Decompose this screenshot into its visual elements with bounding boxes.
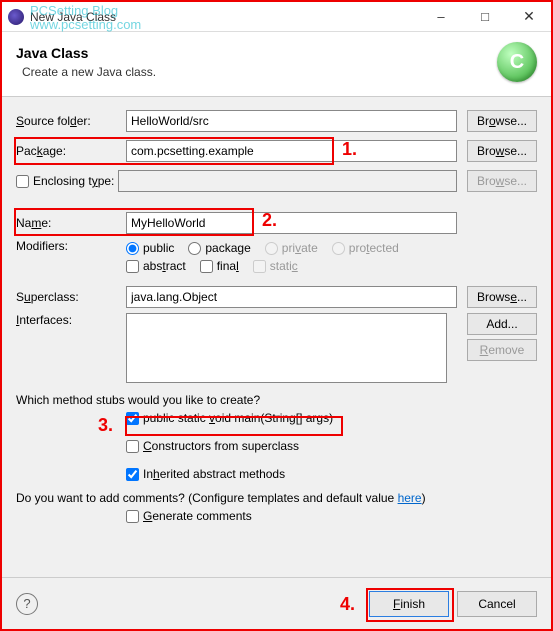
close-button[interactable]: ✕	[507, 2, 551, 32]
cancel-button[interactable]: Cancel	[457, 591, 537, 617]
banner-title: Java Class	[16, 45, 497, 61]
banner-subtitle: Create a new Java class.	[22, 65, 497, 79]
modifier-private-radio: private	[265, 241, 318, 255]
stub-constructors-checkbox[interactable]: Constructors from superclass	[126, 439, 537, 453]
help-button[interactable]: ?	[16, 593, 38, 615]
label-name: Name:	[16, 216, 126, 230]
comments-question: Do you want to add comments? (Configure …	[16, 491, 537, 505]
maximize-button[interactable]: □	[463, 2, 507, 32]
generate-comments-checkbox[interactable]: Generate comments	[126, 509, 537, 523]
browse-superclass-button[interactable]: Browse...	[467, 286, 537, 308]
minimize-button[interactable]: –	[419, 2, 463, 32]
label-package: Package:	[16, 144, 126, 158]
modifier-package-radio[interactable]: package	[188, 241, 250, 255]
configure-templates-link[interactable]: here	[398, 491, 422, 505]
stubs-question: Which method stubs would you like to cre…	[16, 393, 537, 407]
footer: ? Finish Cancel	[2, 577, 551, 629]
window-title: New Java Class	[30, 10, 419, 24]
superclass-input[interactable]	[126, 286, 457, 308]
remove-interface-button: Remove	[467, 339, 537, 361]
stub-main-checkbox[interactable]: public static void main(String[] args)	[126, 411, 537, 425]
label-superclass: Superclass:	[16, 290, 126, 304]
label-source-folder: Source folder:	[16, 114, 126, 128]
label-enclosing-type: Enclosing type:	[16, 174, 114, 188]
add-interface-button[interactable]: Add...	[467, 313, 537, 335]
interfaces-list[interactable]	[126, 313, 447, 383]
browse-source-folder-button[interactable]: Browse...	[467, 110, 537, 132]
browse-enclosing-button: Browse...	[467, 170, 537, 192]
titlebar: New Java Class – □ ✕	[2, 2, 551, 32]
label-interfaces: Interfaces:	[16, 313, 126, 327]
modifier-static-checkbox: static	[253, 259, 298, 273]
modifier-final-checkbox[interactable]: final	[200, 259, 239, 273]
dialog-window: New Java Class – □ ✕ PCSetting Blog www.…	[0, 0, 553, 631]
form-body: Source folder: Browse... Package: Browse…	[2, 97, 551, 527]
label-modifiers: Modifiers:	[16, 239, 126, 253]
class-icon: C	[497, 42, 537, 82]
browse-package-button[interactable]: Browse...	[467, 140, 537, 162]
enclosing-type-checkbox[interactable]	[16, 175, 29, 188]
finish-button[interactable]: Finish	[369, 591, 449, 617]
modifier-protected-radio: protected	[332, 241, 399, 255]
enclosing-type-input	[118, 170, 457, 192]
name-input[interactable]	[126, 212, 457, 234]
banner: Java Class Create a new Java class. C	[2, 32, 551, 97]
modifier-abstract-checkbox[interactable]: abstract	[126, 259, 186, 273]
source-folder-input[interactable]	[126, 110, 457, 132]
package-input[interactable]	[126, 140, 457, 162]
modifier-public-radio[interactable]: public	[126, 241, 174, 255]
stub-inherited-checkbox[interactable]: Inherited abstract methods	[126, 467, 537, 481]
app-icon	[8, 9, 24, 25]
